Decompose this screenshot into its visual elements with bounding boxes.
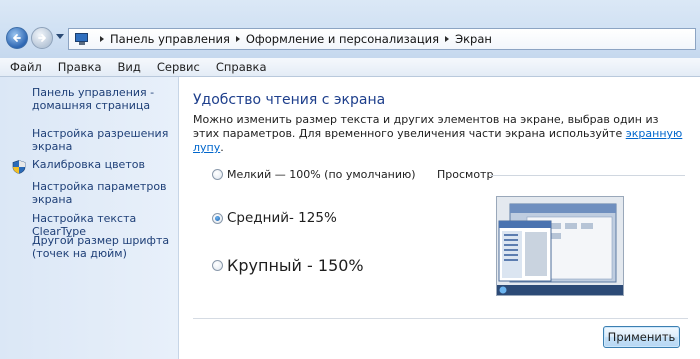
chevron-right-icon[interactable] — [235, 36, 240, 42]
tasks-pane: Панель управления - домашняя страница На… — [0, 77, 179, 359]
chevron-right-icon[interactable] — [445, 36, 450, 42]
sidebar-item-resolution[interactable]: Настройка разрешения экрана — [32, 127, 172, 153]
menu-edit[interactable]: Правка — [50, 60, 110, 74]
forward-button[interactable] — [31, 27, 53, 49]
back-button[interactable] — [6, 27, 28, 49]
menu-view[interactable]: Вид — [110, 60, 149, 74]
description-end: . — [220, 141, 224, 154]
shield-icon — [12, 160, 26, 174]
radio-large[interactable] — [212, 260, 223, 271]
chevron-right-icon[interactable] — [100, 36, 104, 42]
radio-small[interactable] — [212, 169, 223, 180]
apply-button[interactable]: Применить — [603, 326, 680, 348]
menu-help[interactable]: Справка — [208, 60, 275, 74]
menu-tools[interactable]: Сервис — [149, 60, 208, 74]
control-panel-home-link[interactable]: Панель управления - домашняя страница — [32, 86, 172, 112]
address-bar: Панель управления Оформление и персонали… — [0, 0, 700, 58]
description-text: Можно изменить размер текста и других эл… — [193, 113, 659, 140]
breadcrumb-display[interactable]: Экран — [455, 32, 492, 46]
breadcrumb-appearance[interactable]: Оформление и персонализация — [246, 32, 439, 46]
menu-bar: Файл Правка Вид Сервис Справка — [0, 58, 700, 77]
option-small-label: Мелкий — 100% (по умолчанию) — [227, 168, 416, 181]
breadcrumb-control-panel[interactable]: Панель управления — [110, 32, 230, 46]
desktop-preview-icon — [497, 197, 623, 295]
forward-arrow-icon — [38, 34, 46, 42]
recent-pages-dropdown[interactable] — [56, 34, 64, 39]
preview-label: Просмотр — [437, 168, 494, 181]
option-small[interactable]: Мелкий — 100% (по умолчанию) — [212, 168, 416, 181]
sidebar-item-display-settings[interactable]: Настройка параметров экрана — [32, 180, 172, 206]
footer-divider — [193, 318, 688, 319]
page-description: Можно изменить размер текста и других эл… — [193, 113, 688, 155]
menu-file[interactable]: Файл — [0, 60, 50, 74]
back-arrow-icon — [13, 34, 21, 42]
radio-medium[interactable] — [212, 212, 223, 224]
preview-divider — [490, 175, 685, 176]
option-medium-label: Средний- 125% — [227, 210, 337, 226]
option-medium[interactable]: Средний- 125% — [212, 210, 337, 226]
preview-image — [496, 196, 624, 296]
monitor-icon — [74, 32, 90, 46]
option-large[interactable]: Крупный - 150% — [212, 256, 364, 275]
page-title: Удобство чтения с экрана — [193, 92, 386, 108]
sidebar-item-dpi[interactable]: Другой размер шрифта (точек на дюйм) — [32, 234, 172, 260]
sidebar-item-calibration[interactable]: Калибровка цветов — [32, 158, 172, 171]
breadcrumb[interactable]: Панель управления Оформление и персонали… — [68, 28, 696, 50]
option-large-label: Крупный - 150% — [227, 256, 364, 275]
